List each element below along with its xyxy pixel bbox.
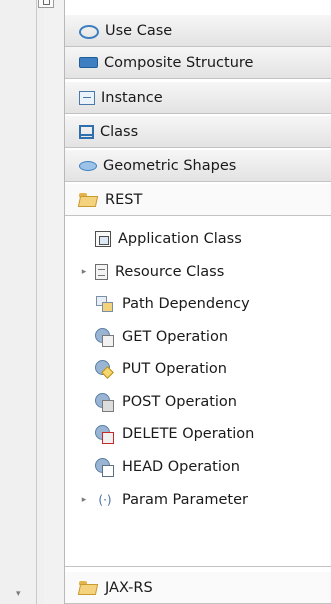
drawer-label: JAX-RS	[105, 579, 153, 596]
drawer-geometric-shapes[interactable]: Geometric Shapes	[65, 150, 331, 182]
drawer-label: Composite Structure	[104, 54, 254, 71]
tool-post-operation[interactable]: POST Operation	[65, 386, 331, 417]
use-case-icon	[79, 24, 99, 39]
tool-put-operation[interactable]: PUT Operation	[65, 353, 331, 384]
param-parameter-icon: (·)	[98, 492, 112, 507]
tool-label: HEAD Operation	[122, 458, 240, 475]
tool-label: Param Parameter	[122, 491, 248, 508]
folder-open-icon	[79, 580, 99, 596]
tool-application-class[interactable]: Application Class	[65, 223, 331, 254]
tool-label: POST Operation	[122, 393, 237, 410]
class-icon	[79, 124, 94, 139]
drawer-label: REST	[105, 191, 143, 208]
post-operation-icon	[95, 392, 115, 412]
tool-path-dependency[interactable]: Path Dependency	[65, 288, 331, 319]
tool-get-operation[interactable]: GET Operation	[65, 321, 331, 352]
drawer-label: Geometric Shapes	[103, 157, 237, 174]
application-class-icon	[95, 230, 111, 247]
tool-param-parameter[interactable]: ▸ (·) Param Parameter	[65, 484, 331, 515]
head-operation-icon	[95, 457, 115, 477]
drawer-jax-rs[interactable]: JAX-RS	[65, 572, 331, 604]
palette-panel: Use Case Composite Structure Instance Cl…	[64, 0, 331, 604]
composite-structure-icon	[79, 57, 98, 68]
drawer-instance[interactable]: Instance	[65, 82, 331, 114]
folder-open-icon	[79, 192, 99, 208]
expand-arrow-icon[interactable]: ▸	[77, 267, 91, 277]
instance-icon	[79, 90, 95, 105]
tool-label: Resource Class	[115, 263, 225, 280]
tool-label: DELETE Operation	[122, 425, 255, 442]
geometric-shapes-icon	[79, 160, 97, 171]
scroll-down-arrow-icon[interactable]: ▾	[16, 590, 21, 599]
put-operation-icon	[95, 359, 115, 378]
tool-label: GET Operation	[122, 328, 229, 345]
drawer-label: Class	[100, 123, 139, 140]
drawer-rest[interactable]: REST	[65, 184, 331, 216]
drawer-label: Instance	[101, 89, 163, 106]
drawer-class[interactable]: Class	[65, 116, 331, 148]
delete-mark-icon: ✖	[104, 429, 114, 443]
delete-operation-icon: ✖	[95, 424, 115, 444]
expand-arrow-icon[interactable]: ▸	[77, 495, 91, 505]
tool-resource-class[interactable]: ▸ Resource Class	[65, 256, 331, 287]
tool-label: Application Class	[118, 230, 242, 247]
resource-class-icon	[95, 263, 108, 280]
get-operation-icon	[95, 327, 115, 347]
left-gutter	[0, 0, 44, 604]
path-dependency-icon	[95, 295, 115, 313]
drawer-composite-structure[interactable]: Composite Structure	[65, 47, 331, 79]
tool-label: PUT Operation	[122, 360, 227, 377]
gutter-divider	[36, 0, 37, 604]
tool-label: Path Dependency	[122, 295, 250, 312]
tool-delete-operation[interactable]: ✖ DELETE Operation	[65, 418, 331, 449]
tool-head-operation[interactable]: HEAD Operation	[65, 451, 331, 482]
gutter-toggle-button[interactable]	[38, 0, 54, 8]
drawer-label: Use Case	[105, 22, 173, 39]
drawer-use-case[interactable]: Use Case	[65, 15, 331, 47]
drawer-separator	[65, 566, 331, 567]
